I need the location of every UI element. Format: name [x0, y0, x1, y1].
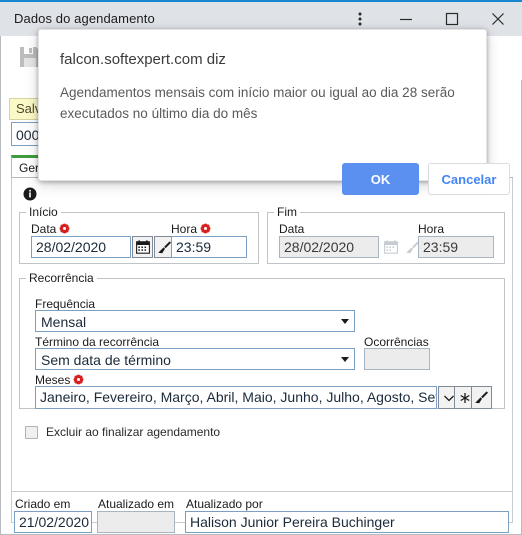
termino-recorrencia-select[interactable]: Sem data de término	[35, 348, 355, 370]
footer-divider	[11, 491, 513, 492]
chevron-down-icon	[341, 319, 349, 324]
frequencia-value: Mensal	[41, 314, 87, 330]
inicio-data-input[interactable]: 28/02/2020	[31, 236, 131, 258]
fieldset-fim-legend: Fim	[274, 205, 300, 219]
ok-button[interactable]: OK	[342, 163, 419, 195]
atualizado-por-input: Halison Junior Pereira Buchinger	[185, 511, 509, 533]
cancel-button[interactable]: Cancelar	[428, 163, 510, 195]
termino-recorrencia-value: Sem data de término	[41, 352, 171, 368]
label-fim-data: Data	[279, 222, 305, 236]
label-inicio-data: Data	[31, 222, 70, 237]
fieldset-recorrencia-legend: Recorrência	[26, 271, 97, 285]
required-asterisk-icon	[200, 223, 211, 237]
application-window: Dados do agendamento Salvar 000 Geral In…	[0, 0, 522, 535]
record-meta-footer: Criado em 21/02/2020 Atualizado em Atual…	[1, 491, 522, 535]
dialog-origin-text: falcon.softexpert.com diz	[60, 51, 226, 68]
info-icon	[23, 187, 37, 201]
browser-alert-dialog: falcon.softexpert.com diz Agendamentos m…	[38, 29, 510, 195]
window-title: Dados do agendamento	[14, 11, 155, 26]
meses-input[interactable]: Janeiro, Fevereiro, Março, Abril, Maio, …	[35, 386, 437, 409]
frequencia-select[interactable]: Mensal	[35, 310, 355, 332]
excluir-checkbox-label: Excluir ao finalizar agendamento	[46, 425, 221, 439]
chevron-down-icon	[341, 357, 349, 362]
label-atualizado-em: Atualizado em	[98, 497, 175, 511]
label-atualizado-por: Atualizado por	[186, 497, 263, 511]
fim-data-input[interactable]: 28/02/2020	[279, 236, 379, 258]
label-ocorrencias: Ocorrências	[364, 335, 429, 349]
label-inicio-hora: Hora	[171, 222, 211, 237]
label-frequencia: Frequência	[35, 297, 96, 311]
excluir-checkbox[interactable]	[25, 425, 38, 439]
atualizado-em-input	[97, 511, 175, 533]
criado-em-input: 21/02/2020	[14, 511, 92, 533]
label-fim-hora: Hora	[418, 222, 445, 236]
calendar-icon[interactable]	[132, 236, 153, 258]
label-criado-em: Criado em	[15, 497, 71, 511]
label-termino-recorrencia: Término da recorrência	[35, 335, 160, 349]
inicio-hora-input[interactable]: 23:59	[171, 236, 247, 258]
fim-hora-input[interactable]: 23:59	[418, 236, 494, 258]
fieldset-inicio-legend: Início	[26, 205, 61, 219]
required-asterisk-icon	[59, 223, 70, 237]
eraser-brush-icon[interactable]	[471, 386, 492, 409]
dialog-message: Agendamentos mensais com início maior ou…	[60, 85, 455, 121]
excluir-checkbox-row[interactable]: Excluir ao finalizar agendamento	[25, 425, 220, 439]
ocorrencias-input[interactable]	[364, 348, 430, 370]
calendar-icon	[380, 236, 401, 258]
